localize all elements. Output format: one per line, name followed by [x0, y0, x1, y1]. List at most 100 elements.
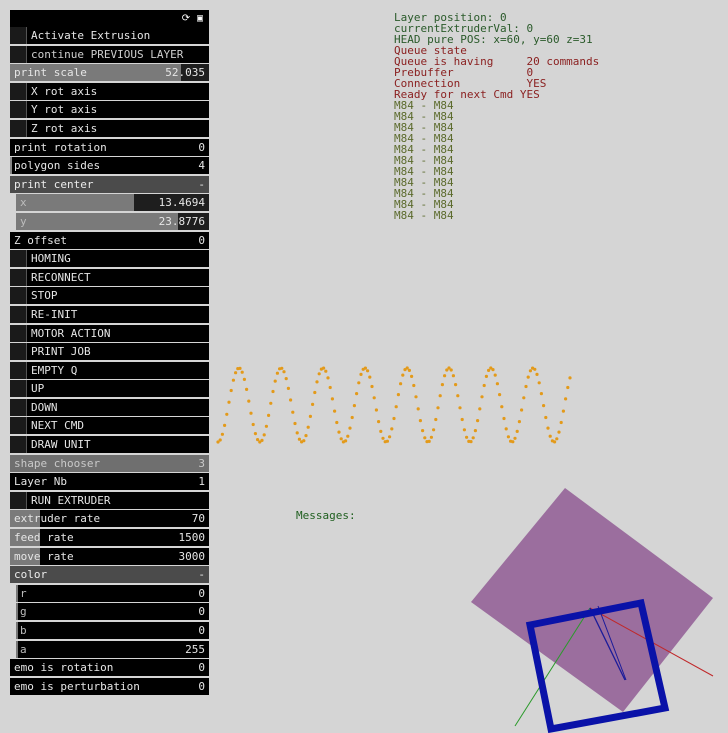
wave-dot — [381, 436, 385, 440]
wave-dot — [344, 439, 348, 443]
wave-dot — [385, 439, 389, 443]
wave-dot — [284, 377, 288, 381]
wave-dot — [324, 369, 328, 373]
wave-dot — [337, 430, 341, 434]
wave-dot — [476, 419, 480, 423]
viewport-scene[interactable] — [0, 0, 728, 733]
slider-print-center-x[interactable]: x 13.4694 — [16, 194, 209, 212]
wave-dot — [352, 404, 356, 408]
wave-dot — [432, 428, 436, 432]
wave-dot — [511, 440, 515, 444]
wave-dot — [564, 397, 568, 401]
wave-dot — [308, 414, 312, 418]
wave-dot — [291, 410, 295, 414]
wave-dot — [357, 381, 361, 385]
wave-dot — [515, 429, 519, 433]
wave-dot — [458, 406, 462, 410]
wave-dot — [302, 439, 306, 443]
wave-dot — [333, 409, 337, 413]
toggle-continue-previous-layer[interactable]: continue PREVIOUS LAYER — [10, 45, 209, 63]
wave-dot — [372, 396, 376, 400]
wave-dot — [566, 385, 570, 390]
wave-dot — [526, 375, 530, 379]
wave-dot — [542, 404, 546, 408]
wave-dot — [524, 384, 528, 389]
wave-dot — [522, 396, 526, 400]
wave-dot — [513, 436, 517, 440]
wave-dot — [568, 376, 572, 380]
wave-dot — [262, 433, 266, 437]
wave-dot — [502, 416, 506, 421]
wave-dot — [311, 402, 315, 406]
wave-dot — [392, 416, 396, 421]
wave-dot — [548, 434, 552, 438]
wave-dot — [412, 383, 416, 388]
wave-dot — [251, 422, 255, 427]
sine-wave-toolpath — [216, 366, 572, 444]
wave-dot — [553, 440, 557, 444]
wave-dot — [313, 390, 317, 395]
wave-dot — [471, 436, 475, 440]
wave-dot — [264, 424, 268, 428]
wave-dot — [480, 395, 484, 399]
wave-dot — [414, 395, 418, 399]
wave-dot — [396, 393, 400, 397]
wave-dot — [535, 372, 539, 376]
wave-dot — [473, 429, 477, 433]
wave-dot — [260, 438, 264, 442]
wave-dot — [231, 378, 235, 382]
wave-dot — [544, 415, 548, 420]
wave-dot — [317, 372, 321, 376]
wave-dot — [421, 429, 425, 433]
slider-print-scale[interactable]: print scale 52.035 — [10, 64, 209, 82]
wave-dot — [539, 392, 544, 396]
wave-dot — [401, 373, 405, 377]
wave-dot — [443, 374, 447, 378]
wave-dot — [273, 379, 277, 383]
wave-dot — [377, 420, 381, 424]
wave-dot — [561, 409, 566, 413]
wave-dot — [498, 393, 502, 397]
wave-dot — [322, 366, 326, 370]
wave-dot — [271, 389, 275, 394]
wave-dot — [456, 394, 460, 398]
wave-dot — [220, 432, 224, 436]
wave-dot — [416, 407, 420, 411]
wave-dot — [350, 415, 354, 420]
wave-dot — [462, 428, 466, 432]
wave-dot — [368, 375, 372, 379]
wave-dot — [286, 386, 290, 390]
wave-dot — [374, 408, 378, 412]
wave-dot — [295, 431, 299, 435]
wave-dot — [460, 417, 464, 422]
wave-dot — [304, 434, 308, 438]
wave-dot — [315, 380, 319, 384]
wave-dot — [346, 434, 350, 438]
wave-dot — [557, 430, 561, 434]
wave-dot — [533, 367, 537, 371]
wave-dot — [363, 366, 367, 370]
wave-dot — [434, 417, 438, 422]
wave-dot — [366, 369, 370, 373]
wave-dot — [218, 438, 222, 442]
wave-dot — [423, 436, 427, 440]
wave-dot — [297, 437, 301, 441]
wave-dot — [388, 435, 392, 439]
wave-dot — [240, 370, 244, 374]
wave-dot — [225, 412, 229, 416]
wave-dot — [223, 423, 227, 427]
wave-dot — [394, 405, 398, 409]
wave-dot — [517, 420, 522, 424]
wave-dot — [249, 411, 253, 415]
wave-dot — [306, 425, 310, 429]
wave-dot — [256, 438, 260, 442]
wave-dot — [537, 381, 541, 385]
wave-dot — [348, 426, 352, 430]
wave-dot — [418, 419, 422, 423]
wave-dot — [410, 374, 414, 378]
wave-dot — [451, 374, 455, 378]
wave-dot — [493, 373, 497, 377]
wave-dot — [326, 376, 330, 380]
wave-dot — [469, 440, 473, 444]
slider-print-center-y[interactable]: y 23.8776 — [16, 212, 209, 230]
